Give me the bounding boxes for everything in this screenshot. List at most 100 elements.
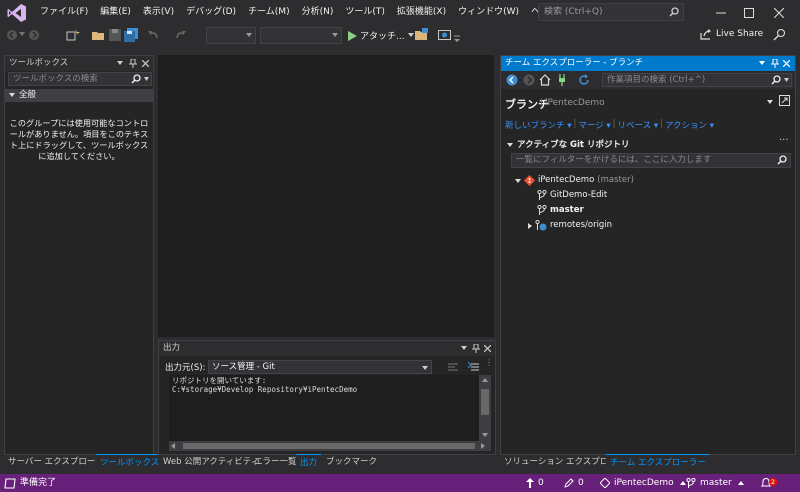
notification-badge: 2	[769, 478, 777, 486]
feedback-icon[interactable]	[773, 28, 786, 41]
new-branch-link[interactable]: 新しいブランチ ▾	[505, 119, 571, 131]
menu-window[interactable]: ウィンドウ(W)	[452, 0, 525, 25]
output-source-select[interactable]: ソース管理 - Git	[208, 360, 432, 374]
menu-extensions[interactable]: 拡張機能(X)	[391, 0, 452, 25]
save-all-icon[interactable]	[124, 28, 138, 42]
home-icon[interactable]	[539, 74, 551, 86]
branch-action-links: 新しいブランチ ▾ | マージ ▾ | リベース ▾ | アクション ▾	[505, 119, 715, 131]
close-pane-icon[interactable]	[484, 345, 491, 352]
merge-link[interactable]: マージ ▾	[578, 119, 610, 131]
menu-view[interactable]: 表示(V)	[137, 0, 180, 25]
window-menu-icon[interactable]	[117, 61, 123, 66]
attach-button[interactable]: アタッチ...	[348, 27, 414, 44]
solution-platform-combo[interactable]	[260, 27, 342, 44]
new-project-icon[interactable]	[66, 29, 80, 41]
scroll-thumb[interactable]	[183, 443, 475, 449]
horizontal-scrollbar[interactable]	[169, 441, 491, 451]
branch-filter-input[interactable]: 一覧にフィルターをかけるには、ここに入力します	[511, 153, 791, 168]
scroll-up-icon[interactable]	[482, 378, 488, 382]
menu-analyze[interactable]: 分析(N)	[296, 0, 340, 25]
pin-icon[interactable]	[771, 59, 779, 68]
team-explorer-panel: チーム エクスプローラー - ブランチ 作業項目の検索 (Ctrl+^) ブラン…	[500, 55, 796, 455]
tab-bookmarks[interactable]: ブックマーク	[322, 454, 381, 470]
output-source-value: ソース管理 - Git	[212, 362, 275, 372]
open-folder-icon[interactable]	[92, 29, 105, 41]
tree-node-branch[interactable]: GitDemo-Edit	[537, 188, 607, 203]
search-dropdown-icon[interactable]	[144, 77, 149, 81]
tab-output[interactable]: 出力	[296, 454, 322, 470]
toolbox-search-input[interactable]: ツールボックスの検索	[8, 72, 152, 86]
title-separator: |	[540, 98, 544, 108]
back-icon[interactable]	[6, 29, 18, 41]
live-share-button[interactable]: Live Share	[700, 28, 763, 40]
menu-tools[interactable]: ツール(T)	[339, 0, 391, 25]
toolbox-group-general[interactable]: 全般	[5, 89, 153, 102]
rebase-link[interactable]: リベース ▾	[618, 119, 659, 131]
section-more-icon[interactable]: ···	[779, 135, 789, 146]
search-dropdown-icon[interactable]	[784, 78, 789, 82]
connect-icon[interactable]	[557, 74, 567, 86]
toolbox-panel: ツールボックス ツールボックスの検索 全般 このグループには使用可能なコントロー…	[4, 55, 154, 455]
work-item-search-input[interactable]: 作業項目の検索 (Ctrl+^)	[602, 73, 792, 87]
tab-team-explorer[interactable]: チーム エクスプローラー	[606, 454, 710, 470]
close-button[interactable]	[764, 0, 794, 25]
status-notifications[interactable]: 2	[760, 474, 777, 492]
tree-node-repo[interactable]: iPentecDemo (master)	[515, 173, 634, 188]
output-text[interactable]: リポジトリを開いています: C:¥storage¥Develop Reposit…	[169, 375, 479, 441]
maximize-button[interactable]	[734, 0, 764, 25]
tree-node-branch-current[interactable]: master	[537, 203, 584, 218]
scroll-left-icon[interactable]	[171, 443, 175, 449]
tree-node-remotes[interactable]: remotes/origin	[528, 218, 612, 233]
close-pane-icon[interactable]	[783, 60, 790, 67]
back-icon[interactable]	[506, 74, 518, 86]
forward-icon[interactable]	[28, 29, 40, 41]
repo-name: iPentecDemo	[538, 175, 595, 185]
vertical-scrollbar[interactable]	[479, 375, 491, 441]
redo-icon[interactable]	[175, 29, 187, 41]
overflow-icon[interactable]: ⋮	[485, 358, 493, 367]
toolbox-group-label: 全般	[19, 90, 37, 100]
section-title: アクティブな Git リポジトリ	[517, 140, 630, 150]
visual-studio-logo-icon	[6, 2, 28, 24]
active-repos-section-header[interactable]: アクティブな Git リポジトリ	[507, 138, 629, 150]
toolbar-overflow-icon[interactable]	[454, 35, 460, 43]
pin-icon[interactable]	[472, 344, 480, 353]
pin-icon[interactable]	[129, 59, 137, 68]
scroll-down-icon[interactable]	[482, 433, 488, 437]
forward-icon[interactable]	[523, 74, 535, 86]
scroll-thumb[interactable]	[481, 389, 489, 415]
find-in-files-icon[interactable]	[415, 28, 429, 41]
status-pending-changes[interactable]: 0	[564, 474, 584, 492]
output-title: 出力	[159, 341, 495, 356]
page-menu-icon[interactable]	[767, 100, 773, 105]
git-repo-icon	[524, 175, 535, 186]
undo-icon[interactable]	[147, 29, 159, 41]
back-dropdown-icon[interactable]	[19, 31, 25, 37]
menu-file[interactable]: ファイル(F)	[34, 0, 94, 25]
branch-name: GitDemo-Edit	[550, 190, 608, 200]
quick-launch-search[interactable]: 検索 (Ctrl+Q)	[538, 3, 684, 21]
window-menu-icon[interactable]	[759, 61, 765, 66]
find-message-icon[interactable]	[447, 361, 459, 372]
menu-debug[interactable]: デバッグ(D)	[180, 0, 242, 25]
branch-icon	[537, 205, 547, 216]
actions-link[interactable]: アクション ▾	[665, 119, 714, 131]
window-menu-icon[interactable]	[461, 346, 467, 351]
tab-error-list[interactable]: エラー一覧	[250, 454, 301, 470]
tab-web-publish-activity[interactable]: Web 公開アクティビティ	[159, 454, 263, 470]
open-in-new-icon[interactable]	[779, 95, 790, 106]
scroll-right-icon[interactable]	[481, 443, 485, 449]
minimize-button[interactable]	[706, 0, 736, 25]
status-repository[interactable]: iPentecDemo	[600, 474, 686, 492]
menu-edit[interactable]: 編集(E)	[94, 0, 137, 25]
refresh-icon[interactable]	[578, 74, 590, 86]
status-branch[interactable]: master	[686, 474, 744, 492]
solution-config-combo[interactable]	[206, 27, 256, 44]
menu-team[interactable]: チーム(M)	[242, 0, 296, 25]
save-icon[interactable]	[109, 29, 121, 41]
clear-all-icon[interactable]	[468, 361, 479, 372]
status-unpushed-commits[interactable]: 0	[526, 474, 544, 492]
close-pane-icon[interactable]	[142, 60, 149, 67]
tab-toolbox[interactable]: ツールボックス	[96, 454, 164, 470]
screenshot-icon[interactable]	[438, 28, 451, 41]
